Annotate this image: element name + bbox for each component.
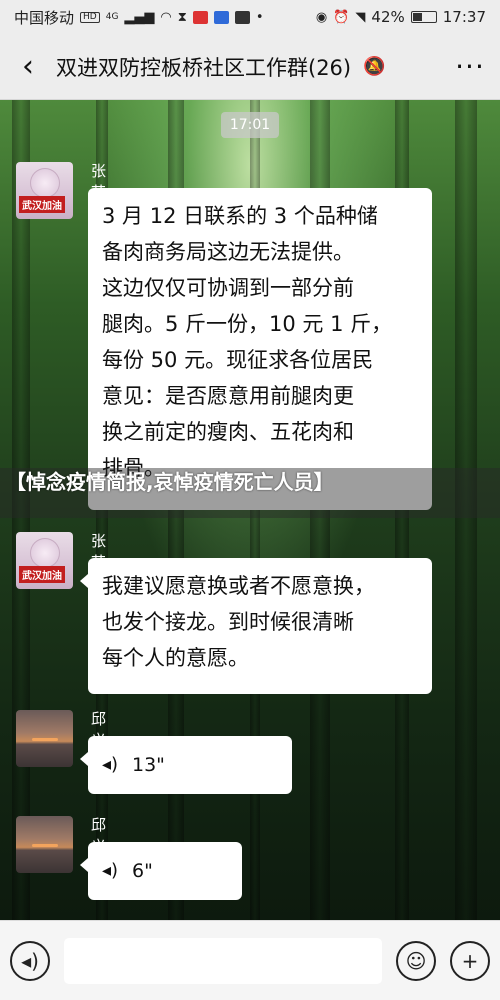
- message-input[interactable]: [64, 937, 382, 984]
- clock: 17:37: [442, 8, 486, 26]
- message-bubble[interactable]: 我建议愿意换或者不愿意换， 也发个接龙。到时候很清晰 每个人的意愿。: [80, 558, 432, 694]
- voice-input-button[interactable]: ◂): [10, 940, 50, 981]
- avatar[interactable]: [16, 710, 73, 767]
- message-line: 腿肉。5 斤一份，10 元 1 斤，: [102, 312, 393, 336]
- signal-icon: ▂▄▆: [124, 9, 155, 25]
- message-line: 3 月 12 日联系的 3 个品种储: [102, 204, 378, 228]
- sunset-icon: [32, 844, 58, 847]
- back-button[interactable]: ‹: [0, 34, 56, 100]
- more-dots-icon: ···: [455, 50, 485, 83]
- emoji-icon: ☺: [405, 948, 427, 973]
- voice-message-bubble[interactable]: ◂) 6": [80, 842, 242, 900]
- message-bubble[interactable]: 3 月 12 日联系的 3 个品种储 备肉商务局这边无法提供。 这边仅仅可协调到…: [88, 188, 432, 510]
- voice-duration: 6": [132, 860, 153, 882]
- timestamp-pill: 17:01: [221, 112, 279, 138]
- plus-button[interactable]: +: [450, 940, 490, 981]
- avatar-tag: 武汉加油: [19, 566, 65, 583]
- message-line: 每份 50 元。现征求各位居民: [102, 348, 374, 372]
- wifi-icon: ◠: [160, 9, 172, 25]
- bell-muted-icon: 🔕: [363, 56, 386, 77]
- more-notifications-icon: •: [255, 9, 264, 25]
- lantern-icon: [30, 538, 60, 568]
- wifi-signal-icon: ◥: [355, 9, 366, 25]
- message-line: 备肉商务局这边无法提供。: [102, 240, 354, 264]
- hd-icon: HD: [80, 11, 100, 23]
- alarm-icon: ⏰: [333, 9, 350, 25]
- message-line: 我建议愿意换或者不愿意换，: [102, 574, 375, 598]
- voice-duration: 13": [132, 754, 165, 776]
- battery-percent: 42%: [371, 8, 405, 26]
- message-line: 也发个接龙。到时候很清晰: [102, 610, 354, 634]
- eye-icon: ◉: [315, 9, 328, 25]
- voice-wave-icon: ◂): [102, 754, 119, 775]
- emoji-button[interactable]: ☺: [396, 940, 436, 981]
- input-bar: ◂) ☺ +: [0, 920, 500, 1000]
- avatar[interactable]: 武汉加油: [16, 162, 73, 219]
- network-label: 4G: [105, 11, 119, 22]
- title-bar: ‹ 双进双防控板桥社区工作群(26) 🔕 ···: [0, 34, 500, 100]
- message-line: 每个人的意愿。: [102, 646, 249, 670]
- chat-title: 双进双防控板桥社区工作群(26): [56, 55, 352, 80]
- chevron-left-icon: ‹: [22, 49, 34, 84]
- app-blue-icon: [213, 10, 229, 24]
- message-line: 这边仅仅可协调到一部分前: [102, 276, 354, 300]
- hourglass-icon: ⧗: [177, 9, 187, 25]
- app-red-icon: [192, 10, 208, 24]
- avatar[interactable]: [16, 816, 73, 873]
- battery-fill: [412, 13, 422, 21]
- carrier-label: 中国移动: [14, 8, 75, 27]
- sunset-icon: [32, 738, 58, 741]
- avatar[interactable]: 武汉加油: [16, 532, 73, 589]
- lantern-icon: [30, 168, 60, 198]
- battery-icon: [410, 11, 437, 23]
- app-dark-icon: [234, 10, 250, 24]
- more-button[interactable]: ···: [440, 34, 500, 100]
- avatar-tag: 武汉加油: [19, 196, 65, 213]
- status-bar: 中国移动 HD 4G ▂▄▆ ◠ ⧗ • ◉ ⏰ ◥ 42% 17:37: [0, 0, 500, 34]
- plus-icon: +: [461, 948, 479, 973]
- voice-icon: ◂): [21, 948, 39, 973]
- message-line: 换之前定的瘦肉、五花肉和: [102, 420, 354, 444]
- message-line: 意见：是否愿意用前腿肉更: [102, 384, 354, 408]
- voice-wave-icon: ◂): [102, 860, 119, 881]
- voice-message-bubble[interactable]: ◂) 13": [80, 736, 292, 794]
- overlay-caption: 【悼念疫情简报,哀悼疫情死亡人员】: [6, 470, 334, 494]
